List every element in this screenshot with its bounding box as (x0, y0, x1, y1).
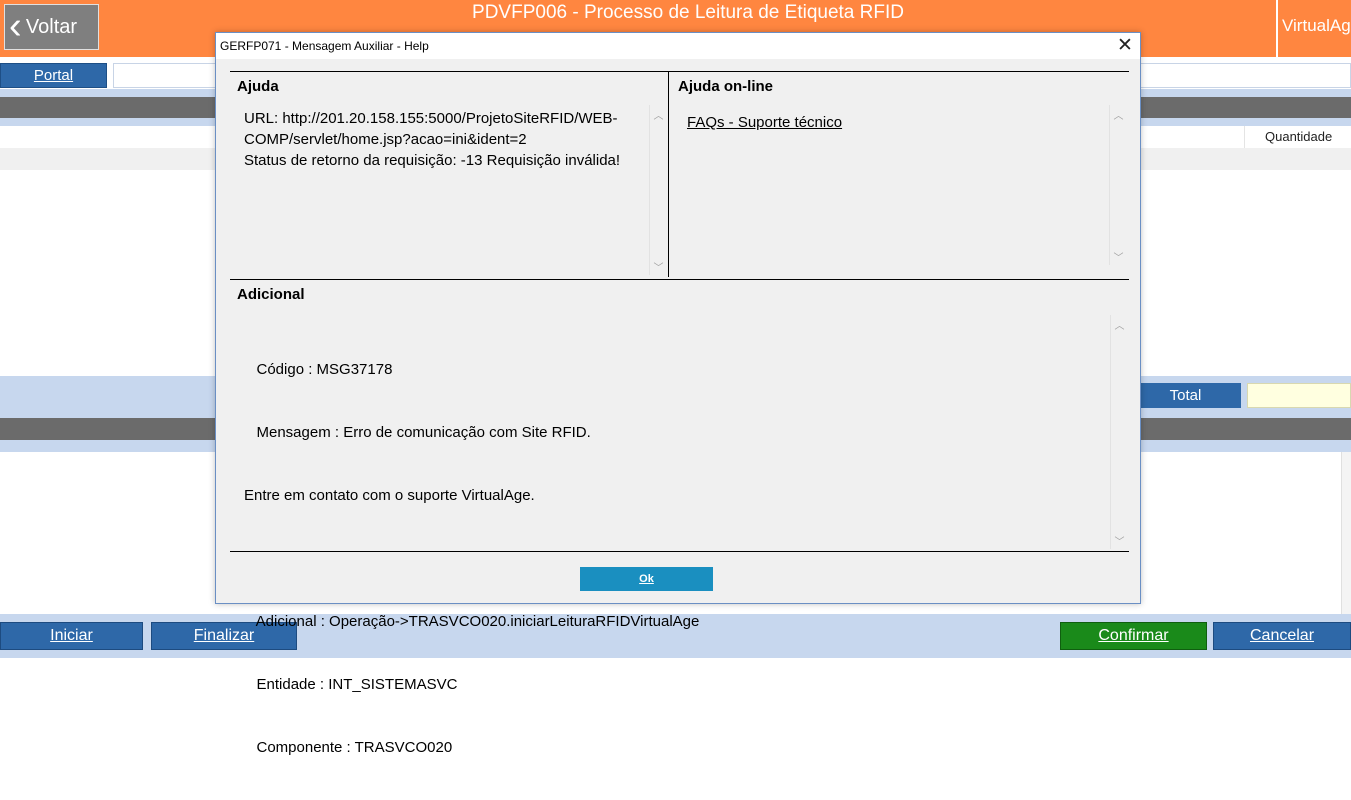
scrollbar[interactable] (1341, 452, 1351, 614)
ajuda-heading: Ajuda (237, 78, 279, 95)
confirmar-button[interactable]: Confirmar (1060, 622, 1207, 650)
page-title: PDVFP006 - Processo de Leitura de Etique… (472, 2, 904, 23)
adicional-heading: Adicional (237, 286, 305, 303)
adicional-scrollbar[interactable]: ︿ ﹀ (1110, 315, 1128, 549)
back-button[interactable]: ‹ Voltar (4, 4, 99, 50)
brand-label: VirtualAge (1276, 0, 1351, 57)
scroll-up-icon[interactable]: ︿ (1111, 317, 1128, 332)
portal-button[interactable]: Portal (0, 63, 107, 88)
ajuda-line: URL: http://201.20.158.155:5000/ProjetoS… (244, 110, 618, 127)
help-dialog: GERFP071 - Mensagem Auxiliar - Help ✕ Aj… (215, 32, 1141, 756)
total-field[interactable] (1247, 383, 1351, 408)
adicional-line: Mensagem : Erro de comunicação com Site … (244, 424, 591, 441)
ok-button[interactable]: Ok (580, 567, 713, 591)
iniciar-button[interactable]: Iniciar (0, 622, 143, 650)
column-header-quantidade[interactable]: Quantidade (1244, 126, 1351, 148)
ajuda-scrollbar[interactable]: ︿ ﹀ (649, 105, 667, 275)
adicional-line: Código : MSG37178 (244, 361, 393, 378)
adicional-line: Entre em contato com o suporte VirtualAg… (244, 487, 535, 504)
divider (230, 71, 1129, 72)
ajuda-line: COMP/servlet/home.jsp?acao=ini&ident=2 (244, 131, 527, 148)
ajuda-online-scrollbar[interactable]: ︿ ﹀ (1109, 105, 1127, 265)
total-button[interactable]: Total (1130, 383, 1241, 408)
adicional-line: Entidade : INT_SISTEMASVC (244, 676, 458, 693)
ajuda-online-heading: Ajuda on-line (678, 78, 773, 95)
close-icon[interactable]: ✕ (1112, 35, 1138, 57)
scroll-down-icon[interactable]: ﹀ (650, 259, 667, 274)
adicional-text[interactable]: Código : MSG37178 Mensagem : Erro de com… (244, 317, 699, 800)
scroll-up-icon[interactable]: ︿ (1110, 107, 1127, 122)
ajuda-line: Status de retorno da requisição: -13 Req… (244, 152, 621, 169)
ajuda-text[interactable]: URL: http://201.20.158.155:5000/ProjetoS… (244, 108, 620, 171)
cancelar-button[interactable]: Cancelar (1213, 622, 1351, 650)
adicional-line: Componente : TRASVCO020 (244, 739, 453, 756)
dialog-titlebar: GERFP071 - Mensagem Auxiliar - Help ✕ (216, 33, 1140, 59)
divider (230, 551, 1129, 552)
chevron-left-icon: ‹ (9, 5, 22, 47)
scroll-down-icon[interactable]: ﹀ (1110, 249, 1127, 264)
scroll-up-icon[interactable]: ︿ (650, 107, 667, 122)
adicional-line: Adicional : Operação->TRASVCO020.iniciar… (244, 613, 700, 630)
dialog-title: GERFP071 - Mensagem Auxiliar - Help (220, 39, 429, 53)
divider (668, 71, 669, 277)
back-button-label: Voltar (25, 15, 78, 38)
divider (230, 279, 1129, 280)
faq-link[interactable]: FAQs - Suporte técnico (687, 114, 842, 131)
scroll-down-icon[interactable]: ﹀ (1111, 533, 1128, 548)
